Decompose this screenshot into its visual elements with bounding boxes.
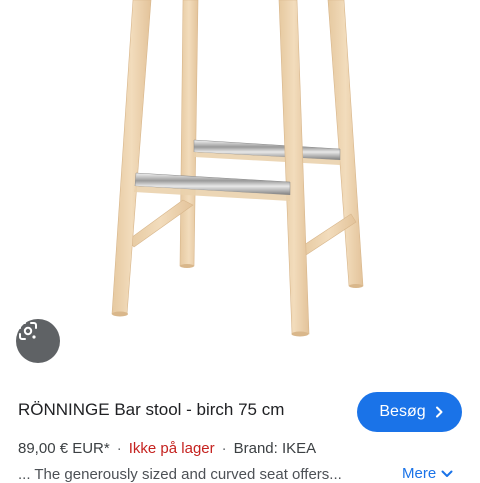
- chevron-down-icon: [441, 470, 453, 478]
- visit-button-label: Besøg: [379, 403, 426, 420]
- chevron-right-icon: [434, 406, 444, 418]
- google-lens-button[interactable]: [16, 319, 60, 363]
- description-snippet: ... The generously sized and curved seat…: [18, 466, 342, 483]
- more-label: Mere: [402, 465, 437, 482]
- product-title[interactable]: RÖNNINGE Bar stool - birch 75 cm: [18, 400, 284, 420]
- product-meta: 89,00 € EUR* · Ikke på lager · Brand: IK…: [18, 440, 316, 457]
- brand: Brand: IKEA: [233, 440, 317, 457]
- bar-stool-illustration: [111, 0, 364, 337]
- visit-button[interactable]: Besøg: [357, 392, 462, 432]
- separator: ·: [116, 440, 122, 457]
- product-image[interactable]: [0, 0, 480, 375]
- more-button[interactable]: Mere: [402, 465, 453, 482]
- stock-status: Ikke på lager: [128, 440, 215, 457]
- price: 89,00 € EUR*: [18, 440, 110, 457]
- separator: ·: [221, 440, 227, 457]
